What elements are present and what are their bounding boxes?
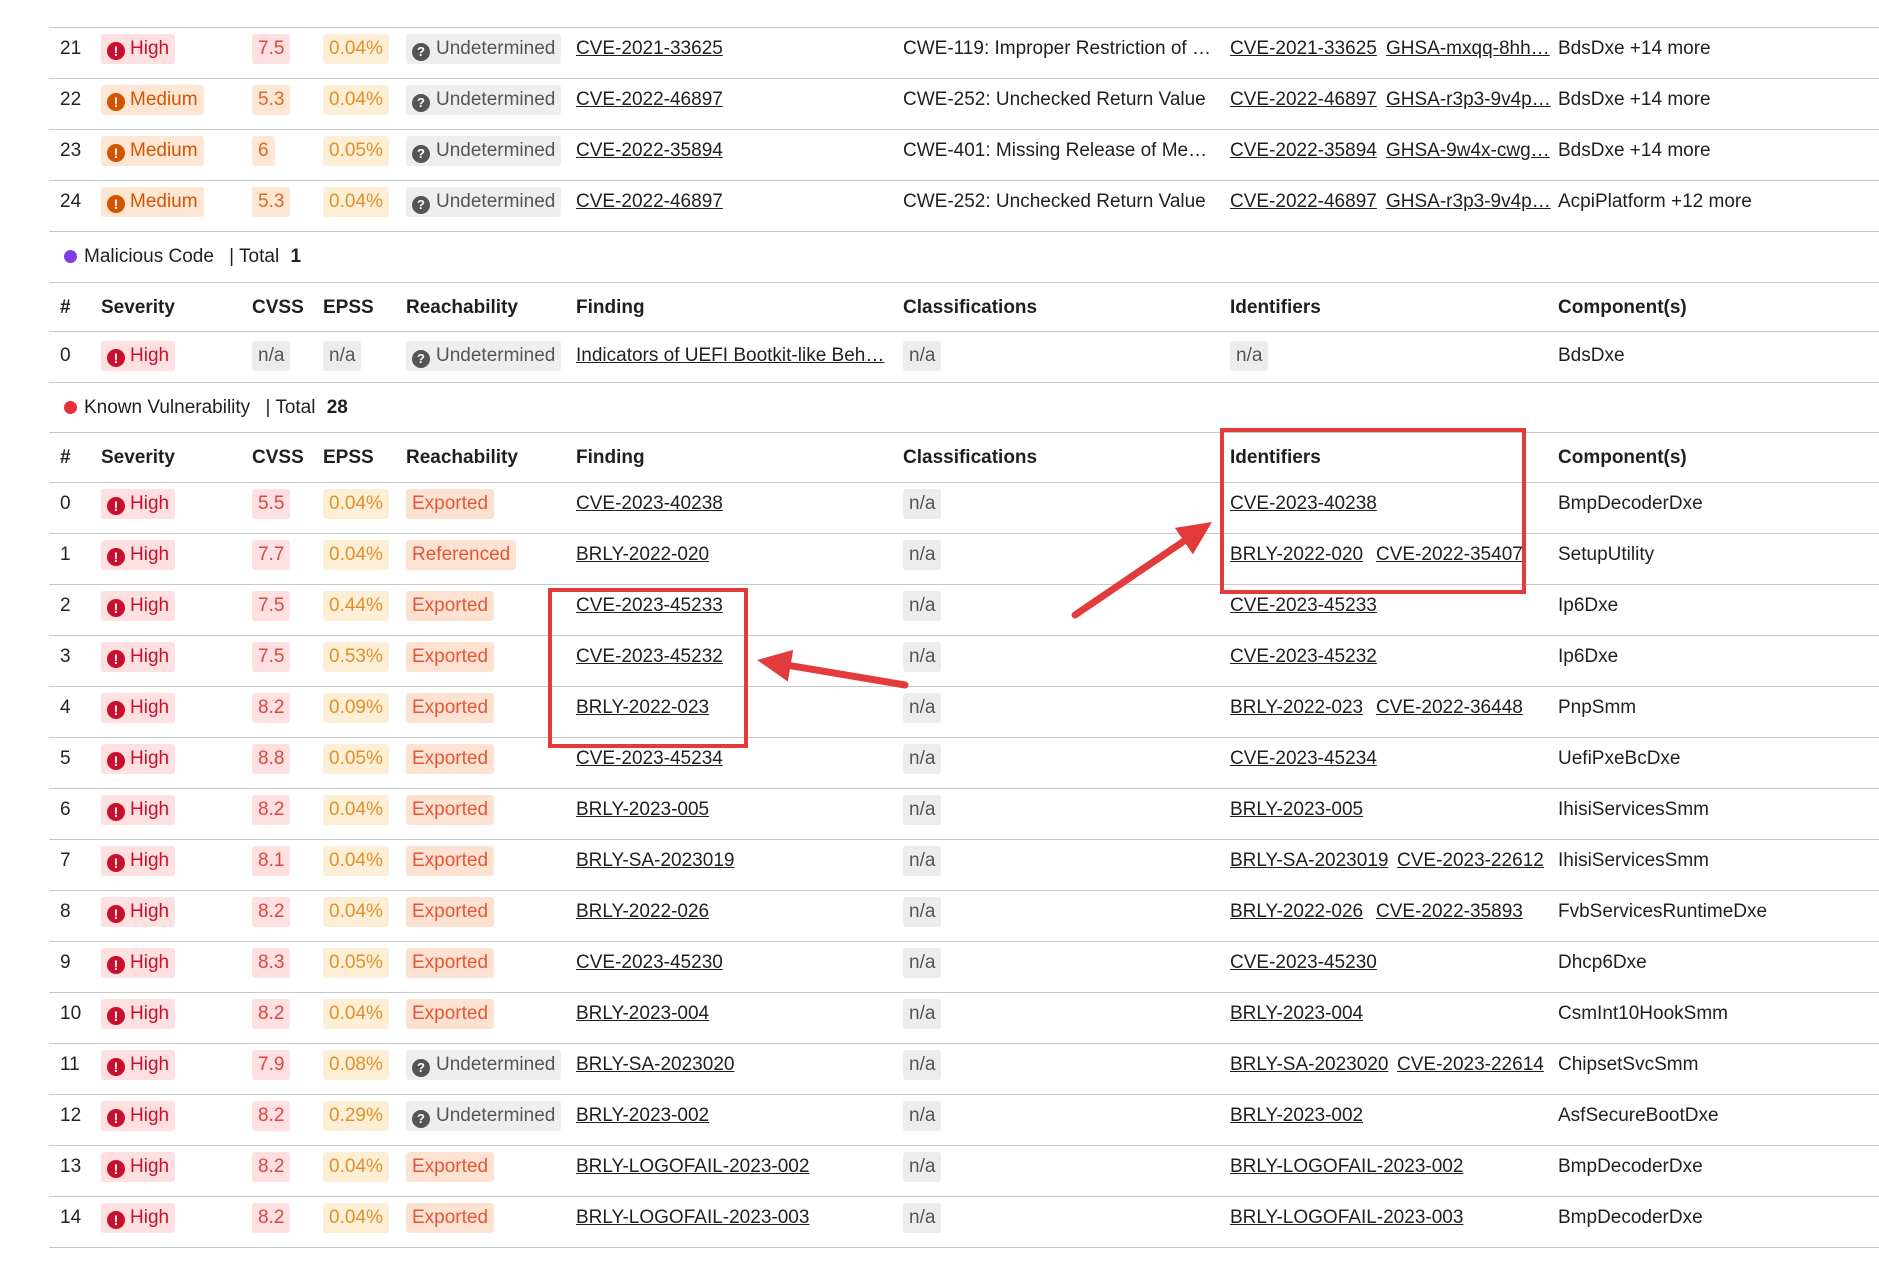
findings-table-view: 21! High 7.5 0.04%? Undetermined CVE-2021-336… [0,0,1879,1272]
annotation-arrows [757,522,1212,689]
arrow-to-identifiers [1071,522,1212,619]
arrow-to-findings [757,649,909,689]
